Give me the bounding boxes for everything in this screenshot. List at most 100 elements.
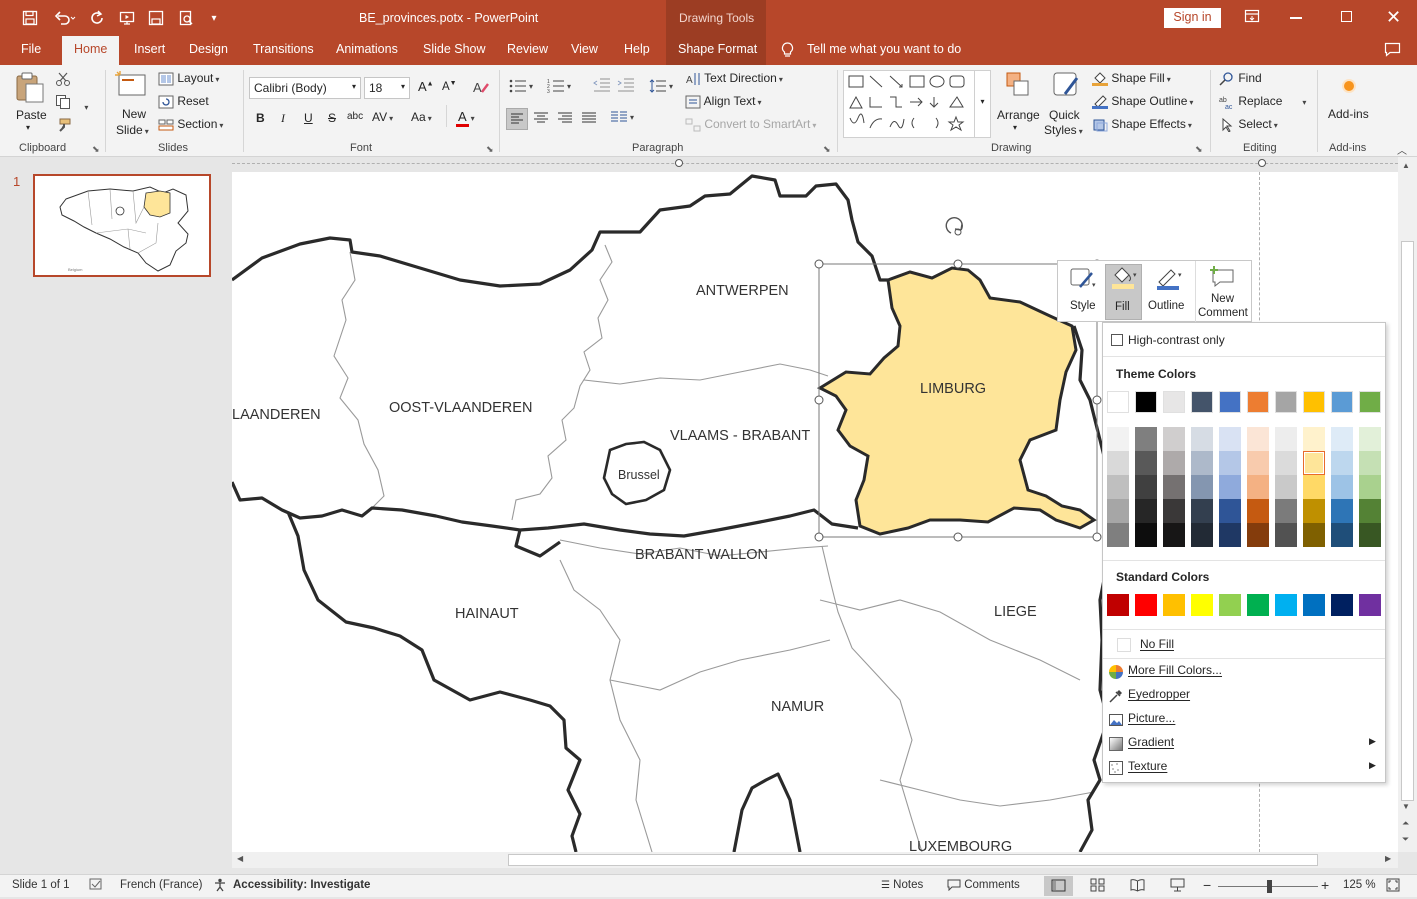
tab-design[interactable]: Design bbox=[189, 42, 228, 56]
copy-icon[interactable]: ▾ bbox=[55, 94, 88, 113]
save-as-icon[interactable] bbox=[146, 8, 166, 28]
horizontal-scrollbar[interactable]: ◀ ▶ bbox=[232, 852, 1398, 868]
shape-fill-button[interactable]: Shape Fill ▾ bbox=[1092, 71, 1171, 86]
theme-tint-swatch[interactable] bbox=[1163, 427, 1185, 451]
high-contrast-checkbox[interactable] bbox=[1111, 334, 1123, 346]
reading-view-button[interactable] bbox=[1130, 878, 1145, 895]
tell-me-search[interactable]: Tell me what you want to do bbox=[807, 42, 961, 56]
theme-color-swatch[interactable] bbox=[1275, 391, 1297, 413]
line-spacing-icon[interactable]: ▾ bbox=[649, 78, 673, 93]
paste-button[interactable]: Paste ▾ bbox=[12, 70, 50, 135]
zoom-out-button[interactable]: − bbox=[1203, 877, 1211, 893]
clipboard-launcher-icon[interactable]: ⬊ bbox=[92, 144, 100, 155]
next-slide-icon[interactable]: ⏷ bbox=[1402, 834, 1409, 845]
standard-color-swatch[interactable] bbox=[1247, 594, 1269, 616]
strikethrough-button[interactable]: S bbox=[328, 111, 336, 125]
rotate-handle-icon[interactable] bbox=[945, 217, 963, 234]
theme-tint-swatch[interactable] bbox=[1107, 523, 1129, 547]
repeat-icon[interactable] bbox=[87, 8, 107, 28]
previous-slide-icon[interactable]: ⏶ bbox=[1402, 818, 1409, 829]
theme-tint-swatch[interactable] bbox=[1359, 523, 1381, 547]
standard-color-swatch[interactable] bbox=[1359, 594, 1381, 616]
cut-icon[interactable] bbox=[55, 71, 71, 90]
underline-button[interactable]: U bbox=[304, 111, 313, 125]
theme-tint-swatch[interactable] bbox=[1247, 475, 1269, 499]
theme-tint-swatch[interactable] bbox=[1331, 499, 1353, 523]
new-comment-button[interactable]: New Comment bbox=[1198, 265, 1250, 321]
decrease-indent-icon[interactable] bbox=[593, 78, 611, 95]
theme-tint-swatch[interactable] bbox=[1275, 451, 1297, 475]
standard-color-swatch[interactable] bbox=[1331, 594, 1353, 616]
scroll-down-icon[interactable]: ▼ bbox=[1402, 802, 1410, 811]
theme-tint-swatch[interactable] bbox=[1163, 499, 1185, 523]
theme-tint-swatch[interactable] bbox=[1247, 427, 1269, 451]
theme-tint-swatch[interactable] bbox=[1107, 475, 1129, 499]
tab-animations[interactable]: Animations bbox=[336, 42, 398, 56]
theme-tint-swatch[interactable] bbox=[1359, 475, 1381, 499]
increase-indent-icon[interactable] bbox=[617, 78, 635, 95]
theme-tint-swatch[interactable] bbox=[1191, 475, 1213, 499]
print-preview-icon[interactable] bbox=[176, 8, 196, 28]
theme-color-swatch[interactable] bbox=[1331, 391, 1353, 413]
shape-outline-button[interactable]: Shape Outline ▾ bbox=[1092, 94, 1193, 109]
theme-tint-swatch[interactable] bbox=[1275, 523, 1297, 547]
theme-tint-swatch[interactable] bbox=[1247, 499, 1269, 523]
columns-icon[interactable]: ▾ bbox=[610, 109, 634, 125]
replace-button[interactable]: ab ac Replace ▾ bbox=[1219, 94, 1306, 109]
horizontal-scroll-thumb[interactable] bbox=[508, 854, 1318, 866]
quick-styles-button[interactable]: Quick Styles ▾ bbox=[1043, 70, 1089, 138]
theme-tint-swatch[interactable] bbox=[1247, 451, 1269, 475]
shapes-gallery[interactable]: ▾ bbox=[843, 70, 991, 138]
reset-button[interactable]: Reset bbox=[158, 94, 209, 109]
theme-tint-swatch[interactable] bbox=[1191, 499, 1213, 523]
zoom-slider-thumb[interactable] bbox=[1267, 880, 1272, 893]
theme-tint-swatch[interactable] bbox=[1303, 499, 1325, 523]
comments-button[interactable]: Comments bbox=[947, 879, 1020, 891]
align-left-icon[interactable] bbox=[506, 108, 528, 130]
theme-tint-swatch[interactable] bbox=[1331, 427, 1353, 451]
theme-tint-swatch[interactable] bbox=[1219, 427, 1241, 451]
standard-color-swatch[interactable] bbox=[1107, 594, 1129, 616]
theme-tint-swatch[interactable] bbox=[1331, 475, 1353, 499]
theme-tint-swatch[interactable] bbox=[1219, 451, 1241, 475]
text-direction-button[interactable]: A Text Direction ▾ bbox=[685, 71, 783, 86]
theme-tint-swatch[interactable] bbox=[1303, 475, 1325, 499]
theme-color-swatch[interactable] bbox=[1107, 391, 1129, 413]
theme-tint-swatch[interactable] bbox=[1107, 451, 1129, 475]
theme-tint-swatch[interactable] bbox=[1219, 475, 1241, 499]
align-center-icon[interactable] bbox=[532, 109, 550, 130]
theme-tint-swatch[interactable] bbox=[1191, 427, 1213, 451]
italic-button[interactable]: I bbox=[281, 111, 285, 126]
change-case-button[interactable]: Aa ▾ bbox=[411, 110, 432, 124]
slide-sorter-view-button[interactable] bbox=[1090, 878, 1105, 895]
clear-formatting-icon[interactable]: A bbox=[472, 79, 490, 98]
theme-color-swatch[interactable] bbox=[1163, 391, 1185, 413]
shape-effects-button[interactable]: Shape Effects ▾ bbox=[1092, 117, 1192, 132]
selected-tint-swatch[interactable] bbox=[1303, 451, 1325, 475]
close-button[interactable]: ✕ bbox=[1386, 7, 1401, 28]
standard-color-swatch[interactable] bbox=[1219, 594, 1241, 616]
zoom-in-button[interactable]: + bbox=[1321, 877, 1329, 893]
find-button[interactable]: Find bbox=[1219, 71, 1262, 86]
text-shadow-button[interactable]: abc bbox=[347, 111, 363, 122]
arrange-button[interactable]: Arrange ▾ bbox=[996, 70, 1042, 138]
tab-help[interactable]: Help bbox=[624, 42, 650, 56]
tab-review[interactable]: Review bbox=[507, 42, 548, 56]
tab-shape-format[interactable]: Shape Format bbox=[678, 42, 757, 56]
scroll-right-icon[interactable]: ▶ bbox=[1385, 854, 1391, 863]
new-slide-button[interactable]: New Slide ▾ bbox=[114, 70, 154, 138]
drawing-launcher-icon[interactable]: ⬊ bbox=[1195, 144, 1203, 155]
theme-tint-swatch[interactable] bbox=[1135, 499, 1157, 523]
theme-tint-swatch[interactable] bbox=[1275, 499, 1297, 523]
notes-button[interactable]: ☰ Notes bbox=[881, 879, 923, 891]
theme-tint-swatch[interactable] bbox=[1219, 523, 1241, 547]
standard-color-swatch[interactable] bbox=[1191, 594, 1213, 616]
decrease-font-size-button[interactable]: A▼ bbox=[442, 80, 457, 93]
resize-handle[interactable] bbox=[1258, 159, 1266, 167]
save-icon[interactable] bbox=[20, 8, 40, 28]
theme-tint-swatch[interactable] bbox=[1359, 451, 1381, 475]
standard-color-swatch[interactable] bbox=[1163, 594, 1185, 616]
justify-icon[interactable] bbox=[580, 109, 598, 130]
undo-icon[interactable] bbox=[50, 8, 80, 28]
theme-tint-swatch[interactable] bbox=[1191, 451, 1213, 475]
